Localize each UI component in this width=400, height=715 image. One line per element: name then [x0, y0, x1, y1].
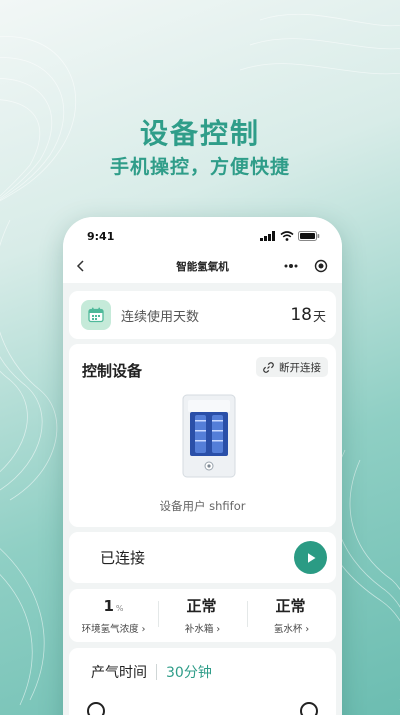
- stat-water-tank[interactable]: 正常 补水箱 ›: [158, 589, 247, 642]
- phone-mockup: 9:41 智能氢氧机 连续使用天数 18 天 控制设备 断开连接 设备用户 sh…: [63, 217, 342, 715]
- battery-icon: [298, 231, 320, 241]
- promo-subline: 手机操控，方便快捷: [109, 156, 290, 178]
- connection-status: 已连接: [100, 549, 146, 567]
- status-bar: 9:41: [63, 217, 342, 249]
- gas-time-label: 产气时间: [91, 665, 147, 681]
- status-stats-card: 1% 环境氢气浓度 › 正常 补水箱 › 正常 氢水杯 ›: [69, 589, 336, 642]
- link-icon: [263, 361, 274, 373]
- stat-label: 氢水杯 ›: [273, 624, 310, 635]
- stat-value: 1: [103, 597, 114, 615]
- status-time: 9:41: [87, 229, 115, 243]
- calendar-icon: [81, 300, 111, 330]
- play-icon: [307, 552, 315, 563]
- increase-button[interactable]: [300, 702, 318, 715]
- stat-label: 环境氢气浓度 ›: [81, 624, 146, 635]
- gas-time-value: 30分钟: [166, 665, 212, 681]
- play-button[interactable]: [294, 541, 327, 574]
- gas-timer-row: [87, 702, 318, 715]
- usage-days-unit: 天: [312, 309, 326, 325]
- usage-days-value: 18: [290, 305, 312, 325]
- device-image: [182, 394, 236, 478]
- signal-icon: [260, 231, 275, 241]
- usage-days-label: 连续使用天数: [121, 309, 200, 325]
- promo-headline: 设备控制: [139, 117, 260, 150]
- control-device-card: 控制设备 断开连接 设备用户 shfifor: [69, 344, 336, 527]
- disconnect-button[interactable]: 断开连接: [256, 357, 328, 377]
- stat-value: 正常: [275, 597, 306, 615]
- target-close-icon[interactable]: [310, 256, 332, 276]
- more-dots-icon[interactable]: [280, 256, 302, 276]
- control-title: 控制设备: [82, 362, 143, 380]
- gas-time-row[interactable]: 产气时间 30分钟: [91, 662, 212, 682]
- stat-hydrogen-cup[interactable]: 正常 氢水杯 ›: [247, 589, 336, 642]
- connection-card: 已连接: [69, 532, 336, 583]
- nav-bar: 智能氢氧机: [63, 249, 342, 283]
- mini-program-capsule: [280, 256, 332, 276]
- stat-value: 正常: [186, 597, 217, 615]
- status-icons: [260, 231, 320, 241]
- gas-divider: [156, 664, 157, 680]
- device-user-label: 设备用户 shfifor: [159, 499, 246, 513]
- usage-days-card: 连续使用天数 18 天: [69, 291, 336, 339]
- stat-label: 补水箱 ›: [184, 624, 221, 635]
- stat-unit: %: [115, 604, 124, 613]
- wifi-icon: [280, 231, 294, 241]
- back-arrow-icon[interactable]: [75, 259, 87, 273]
- decrease-button[interactable]: [87, 702, 105, 715]
- gas-time-card: 产气时间 30分钟: [69, 648, 336, 715]
- disconnect-label: 断开连接: [279, 361, 321, 374]
- stat-hydrogen-concentration[interactable]: 1% 环境氢气浓度 ›: [69, 589, 158, 642]
